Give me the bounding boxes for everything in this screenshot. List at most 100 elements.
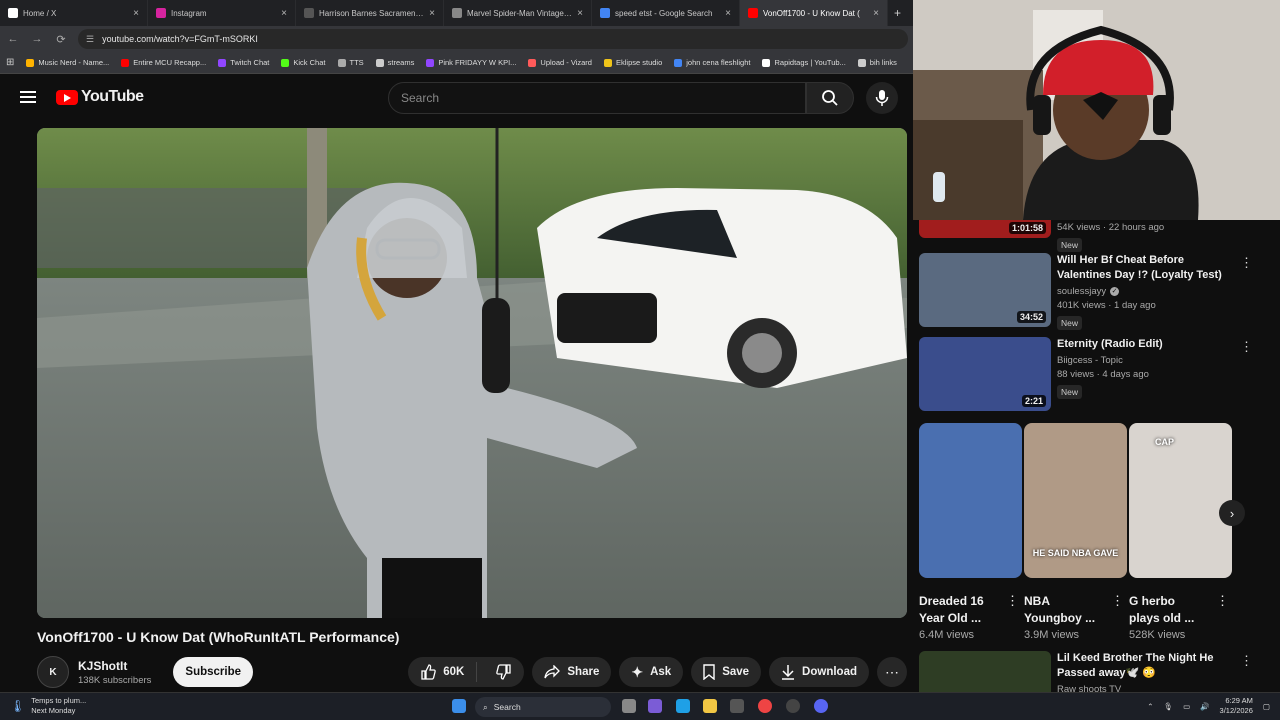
tab-label: speed etst - Google Search: [615, 8, 713, 18]
bookmark-favicon-icon: [337, 58, 346, 67]
menu-icon[interactable]: [20, 91, 36, 103]
back-icon[interactable]: ←: [6, 33, 20, 45]
download-button[interactable]: Download: [769, 657, 869, 687]
more-options-icon[interactable]: ⋮: [1111, 593, 1124, 609]
more-options-icon[interactable]: ⋮: [1216, 593, 1229, 609]
taskbar-search[interactable]: ⌕ Search: [475, 697, 611, 717]
more-options-icon[interactable]: ⋮: [1240, 255, 1253, 271]
more-options-icon[interactable]: ⋮: [1240, 339, 1253, 355]
short-thumbnail[interactable]: HE SAID NBA GAVE: [1024, 423, 1127, 578]
tray-chevron-icon[interactable]: ⌃: [1147, 702, 1153, 711]
search-button[interactable]: [806, 82, 854, 114]
bookmark-item[interactable]: bih links: [857, 58, 897, 67]
browser-tab[interactable]: Harrison Barnes Sacramento Ki ×: [296, 0, 444, 26]
reload-icon[interactable]: ⟳: [54, 33, 68, 46]
more-actions-button[interactable]: ⋯: [877, 657, 907, 687]
close-tab-icon[interactable]: ×: [133, 8, 139, 19]
browser-tab[interactable]: Marvel Spider-Man Vintage Co ×: [444, 0, 592, 26]
video-duration: 2:21: [1021, 395, 1046, 407]
bookmark-item[interactable]: streams: [375, 58, 414, 67]
video-row-bottom[interactable]: Lil Keed Brother The Night He Passed awa…: [919, 651, 1259, 692]
bookmark-item[interactable]: Twitch Chat: [218, 58, 269, 67]
bookmark-item[interactable]: Upload - Vizard: [528, 58, 592, 67]
short-thumbnail[interactable]: [919, 423, 1022, 578]
close-tab-icon[interactable]: ×: [873, 8, 879, 19]
video-title[interactable]: Lil Keed Brother The Night He Passed awa…: [1057, 651, 1237, 681]
store-icon[interactable]: [730, 699, 744, 713]
short-title[interactable]: Dreaded 16 Year Old ...: [919, 593, 999, 627]
video-row[interactable]: 2:21 Eternity (Radio Edit) Biigcess - To…: [919, 337, 1259, 411]
notification-icon[interactable]: ▢: [1263, 702, 1270, 711]
edge-icon[interactable]: [676, 699, 690, 713]
video-title[interactable]: Eternity (Radio Edit): [1057, 337, 1237, 352]
share-button[interactable]: Share: [532, 657, 612, 687]
browser-tab[interactable]: VonOff1700 - U Know Dat (×: [740, 0, 888, 26]
save-button[interactable]: Save: [691, 657, 762, 687]
channel-name: Biigcess - Topic: [1057, 355, 1123, 366]
bookmark-item[interactable]: TTS: [337, 58, 364, 67]
more-options-icon[interactable]: ⋮: [1006, 593, 1019, 609]
windows-start-icon[interactable]: [452, 699, 466, 713]
bookmark-item[interactable]: Rapidtags | YouTub...: [762, 58, 846, 67]
weather-widget[interactable]: 🌡 Temps to plum... Next Monday: [10, 696, 86, 716]
monitor-icon[interactable]: ▭: [1183, 702, 1190, 711]
discord-icon[interactable]: [814, 699, 828, 713]
bookmark-item[interactable]: Pink FRIDAYY W KPI...: [426, 58, 516, 67]
browser-tab[interactable]: Home / X ×: [0, 0, 148, 26]
clock[interactable]: 6:29 AM 3/12/2026: [1220, 696, 1253, 716]
microphone-icon[interactable]: 🎙: [1164, 702, 1174, 711]
volume-icon[interactable]: 🔊: [1200, 702, 1209, 711]
bookmark-item[interactable]: Kick Chat: [281, 58, 326, 67]
like-button[interactable]: 60K: [408, 662, 478, 682]
video-thumbnail[interactable]: 2:21: [919, 337, 1051, 411]
video-channel[interactable]: soulessjayy ✓: [1057, 286, 1237, 297]
video-thumbnail[interactable]: 1:01:58: [919, 220, 1051, 238]
voice-search-button[interactable]: [866, 82, 898, 114]
forward-icon[interactable]: →: [30, 33, 44, 45]
channel-avatar[interactable]: K: [37, 656, 69, 688]
task-view-icon[interactable]: [622, 699, 636, 713]
dislike-button[interactable]: [484, 664, 524, 680]
video-title[interactable]: Will Her Bf Cheat Before Valentines Day …: [1057, 253, 1237, 283]
bookmark-label: Rapidtags | YouTub...: [774, 58, 846, 67]
video-thumbnail[interactable]: 34:52: [919, 253, 1051, 327]
close-tab-icon[interactable]: ×: [429, 8, 435, 19]
short-views: 3.9M views: [1024, 629, 1080, 641]
browser-tab[interactable]: Instagram ×: [148, 0, 296, 26]
copilot-icon[interactable]: [648, 699, 662, 713]
short-title[interactable]: G herbo plays old ...: [1129, 593, 1209, 627]
subscribe-button[interactable]: Subscribe: [173, 657, 254, 687]
site-info-icon[interactable]: ☰: [86, 34, 94, 45]
video-thumbnail[interactable]: [919, 651, 1051, 692]
ask-button[interactable]: ✦ Ask: [619, 657, 684, 687]
bookmark-item[interactable]: Entire MCU Recapp...: [121, 58, 206, 67]
video-player[interactable]: [37, 128, 907, 618]
more-options-icon[interactable]: ⋮: [1240, 653, 1253, 669]
channel-name[interactable]: KJShotIt: [78, 659, 151, 673]
bookmark-item[interactable]: john cena fleshlight: [674, 58, 750, 67]
url-field[interactable]: ☰ youtube.com/watch?v=FGmT-mSORKI: [78, 29, 908, 49]
close-tab-icon[interactable]: ×: [281, 8, 287, 19]
video-meta: Eternity (Radio Edit) Biigcess - Topic 8…: [1057, 337, 1237, 411]
video-channel[interactable]: Raw shoots TV: [1057, 684, 1237, 692]
search-input[interactable]: Search: [388, 82, 806, 114]
close-tab-icon[interactable]: ×: [577, 8, 583, 19]
apps-icon[interactable]: ⊞: [6, 57, 14, 68]
video-channel[interactable]: Biigcess - Topic: [1057, 355, 1237, 366]
bookmark-item[interactable]: Music Nerd - Name...: [26, 58, 109, 67]
partial-video-row[interactable]: 1:01:58 54K views · 22 hours ago New: [919, 220, 1259, 253]
browser-tab[interactable]: speed etst - Google Search ×: [592, 0, 740, 26]
bookmark-item[interactable]: Eklipse studio: [603, 58, 662, 67]
obs-icon[interactable]: [786, 699, 800, 713]
youtube-logo[interactable]: YouTube: [56, 88, 144, 106]
short-thumbnail[interactable]: CAP: [1129, 423, 1232, 578]
close-tab-icon[interactable]: ×: [725, 8, 731, 19]
new-tab-icon[interactable]: +: [888, 6, 907, 20]
chrome-icon[interactable]: [758, 699, 772, 713]
file-explorer-icon[interactable]: [703, 699, 717, 713]
bookmark-label: Twitch Chat: [230, 58, 270, 67]
video-row[interactable]: 34:52 Will Her Bf Cheat Before Valentine…: [919, 253, 1259, 331]
shorts-next-button[interactable]: ›: [1219, 500, 1245, 526]
short-title[interactable]: NBA Youngboy ...: [1024, 593, 1104, 627]
thumbs-up-icon: [421, 664, 437, 680]
